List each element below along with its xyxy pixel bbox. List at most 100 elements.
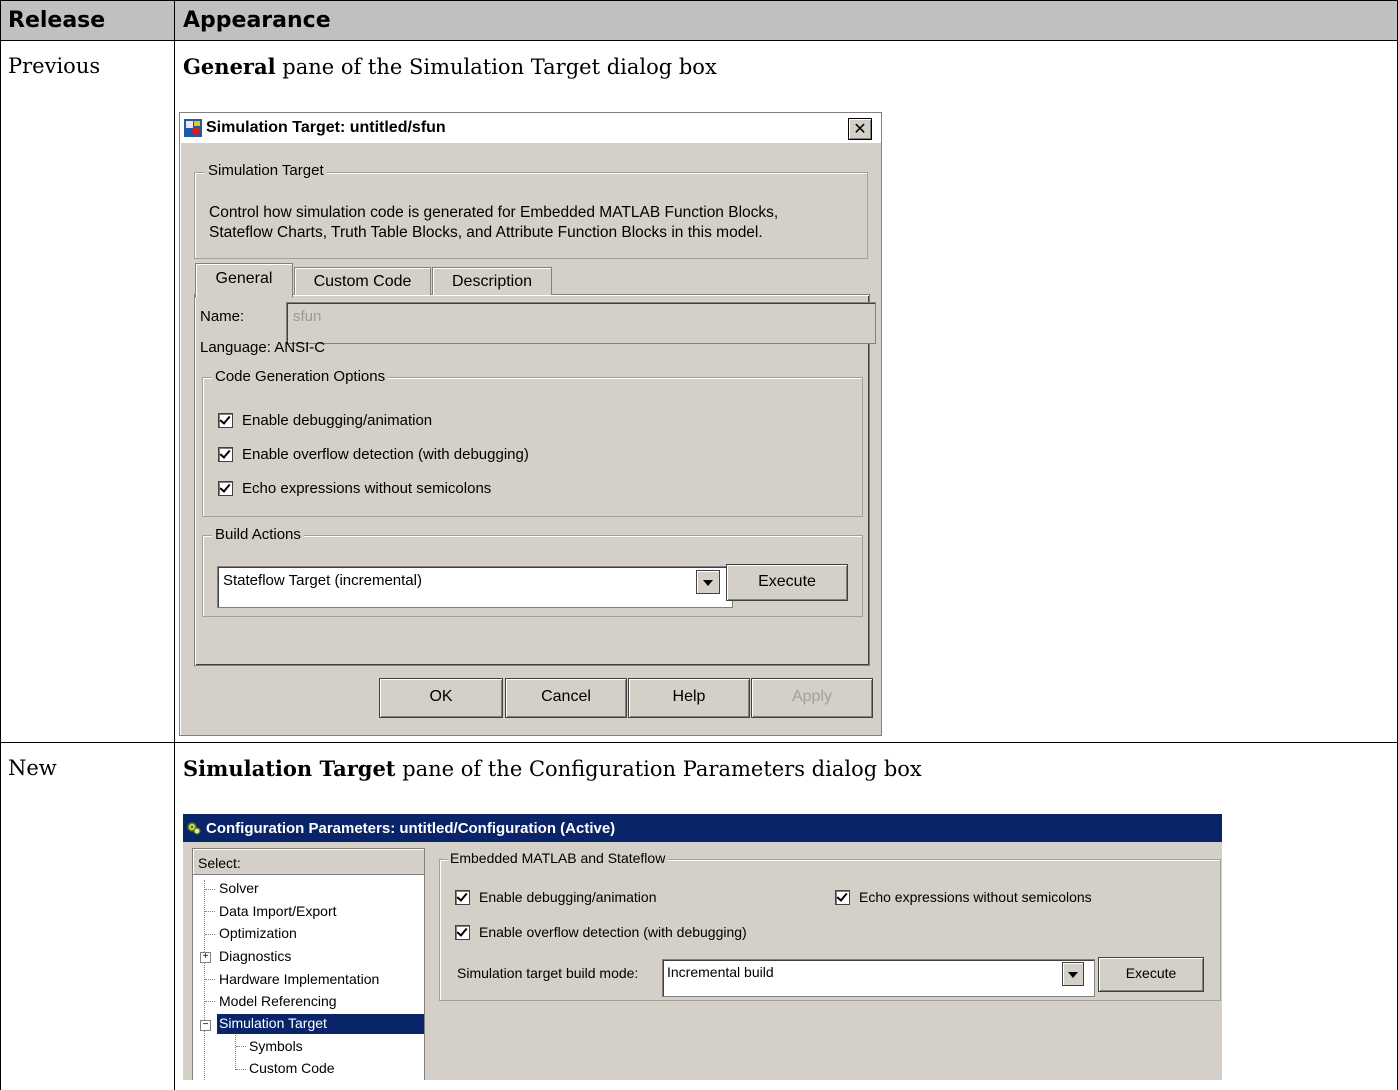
config-execute-button[interactable]: Execute [1098,957,1204,992]
cancel-button[interactable]: Cancel [505,678,627,718]
tab-custom-code-label: Custom Code [313,273,412,290]
checkbox-checked-icon [455,889,470,905]
enable-debugging-label: Enable debugging/animation [242,412,433,429]
tree-connector [236,1046,246,1047]
build-mode-select[interactable]: Incremental build [662,959,1095,997]
dialog-titlebar[interactable]: Simulation Target: untitled/sfun [180,113,881,143]
collapse-minus-icon[interactable]: − [200,1020,211,1031]
tree-item-optimization[interactable]: Optimization [219,925,297,941]
echo-expressions-checkbox[interactable]: Echo expressions without semicolons [218,480,491,497]
tab-general-label: General [215,270,273,287]
config-echo-expressions-checkbox[interactable]: Echo expressions without semicolons [835,889,1092,905]
config-enable-overflow-label: Enable overflow detection (with debuggin… [479,924,747,940]
tree-item-simulation-target: Simulation Target [219,1015,327,1031]
tab-description-label: Description [451,273,533,290]
help-button-label: Help [672,688,706,705]
table-column-divider [174,0,175,1090]
tree-connector [236,1069,246,1070]
caption-previous: General pane of the Simulation Target di… [183,54,717,79]
simulation-target-dialog: Simulation Target: untitled/sfun ✕ Simul… [179,112,882,736]
tree-item-data-import-export[interactable]: Data Import/Export [219,903,337,919]
echo-expressions-label: Echo expressions without semicolons [242,480,492,497]
ok-button[interactable]: OK [379,678,503,718]
apply-button-label: Apply [791,688,833,705]
enable-overflow-label: Enable overflow detection (with debuggin… [242,446,529,463]
tab-general[interactable]: General [195,263,293,298]
description-line-2: Stateflow Charts, Truth Table Blocks, an… [209,224,763,241]
enable-overflow-checkbox[interactable]: Enable overflow detection (with debuggin… [218,446,529,463]
expand-plus-icon[interactable]: + [200,952,211,963]
release-previous: Previous [8,54,101,78]
tab-custom-code[interactable]: Custom Code [294,267,431,295]
cancel-button-label: Cancel [541,688,591,705]
name-field-value: sfun [293,308,322,325]
stateflow-app-icon [184,119,202,137]
checkbox-checked-icon [218,481,233,496]
checkbox-checked-icon [218,413,233,428]
checkbox-checked-icon [835,889,850,905]
tree-connector [205,979,215,980]
documentation-page: { "table": { "header": { "col1": "Releas… [0,0,1398,1090]
build-mode-value: Incremental build [667,964,774,980]
tree-connector [205,911,215,912]
tree-connector [205,889,215,890]
caption-new-rest: pane of the Configuration Parameters dia… [395,757,922,781]
table-border-top [0,0,1398,1]
table-border-left [0,0,1,1090]
language-label: Language: ANSI-C [200,339,326,356]
simulation-target-group-title: Simulation Target [205,162,327,179]
config-enable-debugging-label: Enable debugging/animation [479,889,657,905]
checkbox-checked-icon [218,447,233,462]
header-appearance: Appearance [183,8,331,33]
execute-button-label: Execute [758,573,816,590]
ok-button-label: OK [429,688,453,705]
tab-description[interactable]: Description [432,267,552,295]
name-field[interactable]: sfun [286,302,876,344]
apply-button[interactable]: Apply [751,678,873,718]
config-enable-debugging-checkbox[interactable]: Enable debugging/animation [455,889,656,905]
tree-connector [205,934,215,935]
config-execute-label: Execute [1125,965,1177,981]
checkbox-checked-icon [455,924,470,940]
help-button[interactable]: Help [628,678,750,718]
collapse-minus-glyph: − [202,1019,209,1030]
close-button[interactable]: ✕ [848,118,872,140]
expand-plus-glyph: + [202,951,209,962]
tree-item-hardware-implementation[interactable]: Hardware Implementation [219,971,379,987]
name-label: Name: [200,308,245,325]
caption-previous-rest: pane of the Simulation Target dialog box [275,55,717,79]
config-echo-expressions-label: Echo expressions without semicolons [859,889,1092,905]
enable-debugging-checkbox[interactable]: Enable debugging/animation [218,412,432,429]
caption-new: Simulation Target pane of the Configurat… [183,756,922,781]
tree-item-diagnostics[interactable]: Diagnostics [219,948,291,964]
tree-connector [204,880,205,1080]
execute-button[interactable]: Execute [726,564,848,601]
config-gear-icon [186,820,202,836]
close-icon: ✕ [853,119,867,138]
build-actions-group-title: Build Actions [212,526,304,543]
tree-item-custom-code[interactable]: Custom Code [249,1060,335,1076]
code-generation-group-title: Code Generation Options [212,368,389,385]
configuration-parameters-dialog: Configuration Parameters: untitled/Confi… [183,814,1222,1080]
description-line-1: Control how simulation code is generated… [209,204,779,221]
config-enable-overflow-checkbox[interactable]: Enable overflow detection (with debuggin… [455,924,747,940]
release-new: New [8,756,57,780]
chevron-down-icon[interactable] [1062,962,1084,986]
config-titlebar[interactable]: Configuration Parameters: untitled/Confi… [183,814,1222,842]
caption-previous-bold: General [183,54,276,79]
select-header: Select: [193,849,424,875]
header-release: Release [8,8,106,33]
build-action-select[interactable]: Stateflow Target (incremental) [217,566,733,608]
tree-connector [205,1001,215,1002]
tree-item-model-referencing[interactable]: Model Referencing [219,993,337,1009]
chevron-down-icon[interactable] [696,570,720,594]
select-label: Select: [198,855,241,871]
tree-connector-child [235,1032,236,1070]
tree-item-simulation-target-selected[interactable]: Simulation Target [217,1014,424,1034]
table-border-header [0,40,1398,41]
tree-item-solver[interactable]: Solver [219,880,259,896]
tree-item-symbols[interactable]: Symbols [249,1038,303,1054]
build-mode-label: Simulation target build mode: [457,965,639,981]
embedded-matlab-stateflow-title: Embedded MATLAB and Stateflow [447,850,669,866]
config-title: Configuration Parameters: untitled/Confi… [206,819,616,837]
